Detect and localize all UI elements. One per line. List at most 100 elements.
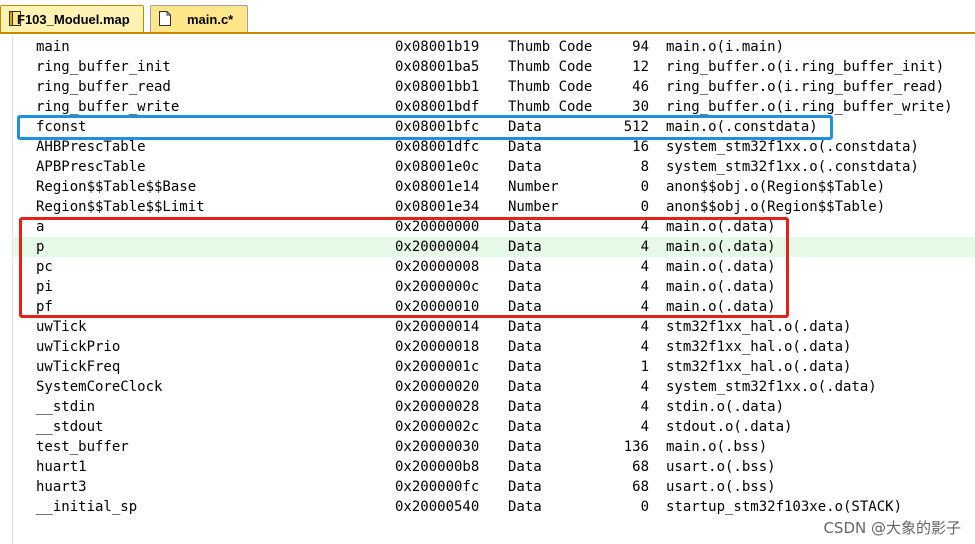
tab-f103-moduel-map[interactable]: F103_Moduel.map xyxy=(0,5,144,32)
symbol-size: 1 xyxy=(640,359,649,375)
symbol-type: Number xyxy=(508,199,559,215)
table-row[interactable]: test_buffer 0x20000030 Data 136 main.o(.bss) xyxy=(13,437,975,457)
tab-main-c[interactable]: main.c* xyxy=(150,5,248,32)
symbol-object: anon$$obj.o(Region$$Table) xyxy=(666,179,886,195)
symbol-name: __initial_sp xyxy=(36,499,138,515)
symbol-name: test_buffer xyxy=(36,439,129,455)
symbol-size: 4 xyxy=(640,419,649,435)
symbol-object: main.o(.bss) xyxy=(666,439,768,455)
symbol-type: Data xyxy=(508,319,542,335)
table-row[interactable]: Region$$Table$$Limit 0x08001e34 Number 0 ano… xyxy=(13,197,975,217)
symbol-size: 4 xyxy=(640,339,649,355)
symbol-name: huart3 xyxy=(36,479,87,495)
symbol-name: APBPrescTable xyxy=(36,159,146,175)
symbol-object: ring_buffer.o(i.ring_buffer_init) xyxy=(666,59,945,75)
symbol-address: 0x20000030 xyxy=(395,439,480,455)
symbol-size: 4 xyxy=(640,319,649,335)
symbol-object: startup_stm32f103xe.o(STACK) xyxy=(666,499,903,515)
highlight-box-red xyxy=(19,217,789,318)
symbol-type: Data xyxy=(508,499,542,515)
table-row[interactable]: ring_buffer_init 0x08001ba5 Thumb Code 12 ri… xyxy=(13,57,975,77)
symbol-object: stm32f1xx_hal.o(.data) xyxy=(666,339,852,355)
watermark: CSDN @大象的影子 xyxy=(823,519,961,537)
symbol-size: 30 xyxy=(632,99,649,115)
table-row[interactable]: ring_buffer_read 0x08001bb1 Thumb Code 46 ri… xyxy=(13,77,975,97)
symbol-address: 0x20000540 xyxy=(395,499,480,515)
table-row[interactable]: Region$$Table$$Base 0x08001e14 Number 0 anon… xyxy=(13,177,975,197)
symbol-address: 0x08001dfc xyxy=(395,139,480,155)
symbol-size: 46 xyxy=(632,79,649,95)
symbol-size: 68 xyxy=(632,459,649,475)
symbol-type: Data xyxy=(508,359,542,375)
symbol-size: 94 xyxy=(632,39,649,55)
highlight-box-blue xyxy=(17,115,833,140)
symbol-name: AHBPrescTable xyxy=(36,139,146,155)
symbol-name: uwTickFreq xyxy=(36,359,121,375)
editor-gutter xyxy=(0,34,13,544)
symbol-name: uwTickPrio xyxy=(36,339,121,355)
symbol-size: 0 xyxy=(640,499,649,515)
symbol-object: stdin.o(.data) xyxy=(666,399,785,415)
table-row[interactable]: uwTickFreq 0x2000001c Data 1 stm32f1xx_hal.o… xyxy=(13,357,975,377)
symbol-address: 0x08001ba5 xyxy=(395,59,480,75)
symbol-name: ring_buffer_init xyxy=(36,59,171,75)
table-row[interactable]: huart3 0x200000fc Data 68 usart.o(.bss) xyxy=(13,477,975,497)
symbol-address: 0x08001bb1 xyxy=(395,79,480,95)
symbol-type: Data xyxy=(508,159,542,175)
symbol-object: ring_buffer.o(i.ring_buffer_write) xyxy=(666,99,953,115)
symbol-type: Data xyxy=(508,459,542,475)
symbol-object: anon$$obj.o(Region$$Table) xyxy=(666,199,886,215)
tab-label: main.c* xyxy=(187,12,234,27)
symbol-name: Region$$Table$$Base xyxy=(36,179,197,195)
symbol-name: main xyxy=(36,39,70,55)
symbol-type: Data xyxy=(508,419,542,435)
symbol-object: usart.o(.bss) xyxy=(666,459,776,475)
editor-tab-bar: F103_Moduel.map main.c* xyxy=(0,0,975,34)
symbol-object: stm32f1xx_hal.o(.data) xyxy=(666,359,852,375)
symbol-type: Data xyxy=(508,339,542,355)
table-row[interactable]: uwTickPrio 0x20000018 Data 4 stm32f1xx_hal.o… xyxy=(13,337,975,357)
table-row[interactable]: APBPrescTable 0x08001e0c Data 8 system_stm32… xyxy=(13,157,975,177)
symbol-address: 0x20000014 xyxy=(395,319,480,335)
symbol-size: 8 xyxy=(640,159,649,175)
symbol-object: main.o(i.main) xyxy=(666,39,785,55)
table-row[interactable]: AHBPrescTable 0x08001dfc Data 16 system_stm3… xyxy=(13,137,975,157)
table-row[interactable]: huart1 0x200000b8 Data 68 usart.o(.bss) xyxy=(13,457,975,477)
symbol-address: 0x200000b8 xyxy=(395,459,480,475)
table-row[interactable]: uwTick 0x20000014 Data 4 stm32f1xx_hal.o(.da… xyxy=(13,317,975,337)
symbol-type: Data xyxy=(508,439,542,455)
symbol-address: 0x08001b19 xyxy=(395,39,480,55)
symbol-object: stm32f1xx_hal.o(.data) xyxy=(666,319,852,335)
symbol-size: 12 xyxy=(632,59,649,75)
symbol-address: 0x2000001c xyxy=(395,359,480,375)
symbol-type: Data xyxy=(508,139,542,155)
symbol-address: 0x08001e14 xyxy=(395,179,480,195)
symbol-name: __stdout xyxy=(36,419,104,435)
symbol-name: __stdin xyxy=(36,399,96,415)
symbol-address: 0x20000028 xyxy=(395,399,480,415)
symbol-name: ring_buffer_write xyxy=(36,99,180,115)
symbol-object: usart.o(.bss) xyxy=(666,479,776,495)
symbol-size: 0 xyxy=(640,179,649,195)
symbol-address: 0x20000020 xyxy=(395,379,480,395)
table-row[interactable]: ring_buffer_write 0x08001bdf Thumb Code 30 r… xyxy=(13,97,975,117)
symbol-address: 0x20000018 xyxy=(395,339,480,355)
symbol-size: 0 xyxy=(640,199,649,215)
symbol-address: 0x08001e34 xyxy=(395,199,480,215)
symbol-size: 16 xyxy=(632,139,649,155)
table-row[interactable]: __stdout 0x2000002c Data 4 stdout.o(.data) xyxy=(13,417,975,437)
symbol-size: 4 xyxy=(640,399,649,415)
symbol-type: Data xyxy=(508,399,542,415)
symbol-object: system_stm32f1xx.o(.constdata) xyxy=(666,159,919,175)
table-row[interactable]: main 0x08001b19 Thumb Code 94 main.o(i.main) xyxy=(13,37,975,57)
symbol-object: system_stm32f1xx.o(.data) xyxy=(666,379,877,395)
symbol-name: uwTick xyxy=(36,319,87,335)
symbol-type: Number xyxy=(508,179,559,195)
table-row[interactable]: __stdin 0x20000028 Data 4 stdin.o(.data) xyxy=(13,397,975,417)
table-row[interactable]: __initial_sp 0x20000540 Data 0 startup_stm32… xyxy=(13,497,975,517)
document-icon xyxy=(159,11,171,26)
symbol-size: 4 xyxy=(640,379,649,395)
table-row[interactable]: SystemCoreClock 0x20000020 Data 4 system_stm… xyxy=(13,377,975,397)
symbol-name: Region$$Table$$Limit xyxy=(36,199,205,215)
symbol-name: huart1 xyxy=(36,459,87,475)
